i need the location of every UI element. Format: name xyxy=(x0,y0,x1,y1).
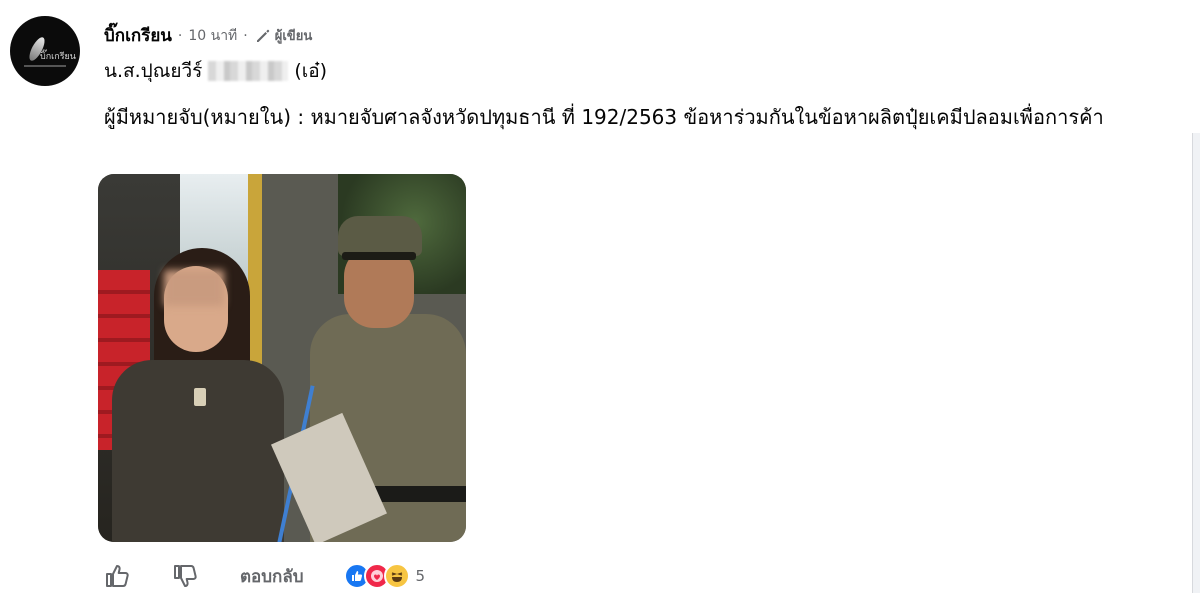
post-timestamp[interactable]: 10 นาที xyxy=(188,25,237,47)
separator-dot: · xyxy=(243,27,248,44)
reaction-count: 5 xyxy=(415,567,426,585)
reply-button[interactable]: ตอบกลับ xyxy=(240,563,304,590)
subject-name: น.ส.ปุณยวีร์ xyxy=(104,60,203,82)
photo-officer-cap-brim xyxy=(342,252,416,260)
photo-face-blur xyxy=(164,270,224,306)
subject-nickname: (เอ๋) xyxy=(294,60,328,82)
post-body: ผู้มีหมายจับ(หมายใน) : หมายจับศาลจังหวัด… xyxy=(104,105,1104,129)
photo-officer-cap xyxy=(338,216,422,256)
avatar-logo-underline xyxy=(24,65,66,67)
blurred-surname xyxy=(208,61,289,81)
post-header: บิ๊กเกรียน · 10 นาที · ผู้เขียน xyxy=(104,22,312,49)
scrollbar[interactable] xyxy=(1192,133,1200,593)
post-subject: น.ส.ปุณยวีร์ (เอ๋) xyxy=(104,56,327,86)
post-photo[interactable] xyxy=(98,174,466,542)
thumbs-down-icon[interactable] xyxy=(172,563,200,589)
thumbs-up-icon[interactable] xyxy=(104,563,132,589)
author-name[interactable]: บิ๊กเกรียน xyxy=(104,22,172,49)
photo-necklace xyxy=(194,388,206,406)
post-actions: ตอบกลับ 5 xyxy=(104,562,425,590)
avatar-logo-text: บิ๊กเกรียน xyxy=(40,52,76,62)
pencil-icon xyxy=(256,29,269,42)
separator-dot: · xyxy=(177,27,183,44)
haha-reaction-icon xyxy=(383,563,410,589)
author-role-badge: ผู้เขียน xyxy=(274,29,313,44)
avatar[interactable]: บิ๊กเกรียน xyxy=(10,16,80,86)
reaction-summary[interactable]: 5 xyxy=(343,563,426,589)
